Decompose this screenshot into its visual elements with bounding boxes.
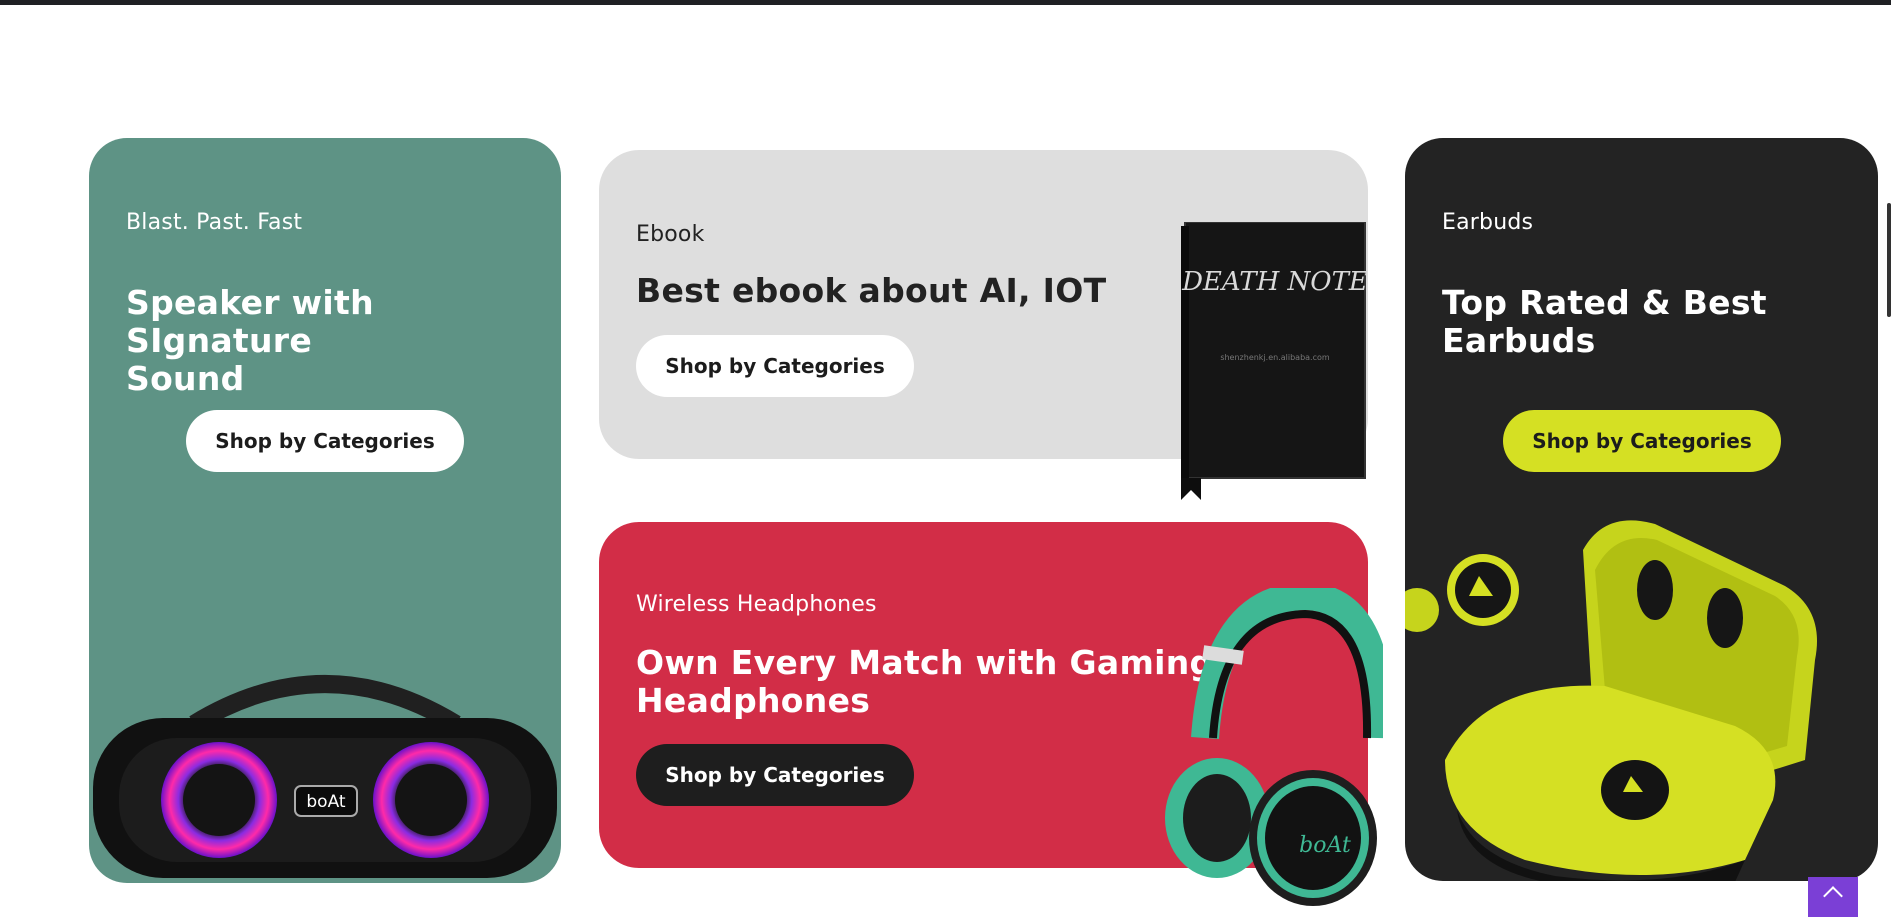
headphones-title-line1: Own Every Match with Gaming xyxy=(636,643,1214,682)
book-cover-title: DEATH NOTE xyxy=(1181,267,1367,297)
earbuds-title-line1: Top Rated & Best xyxy=(1442,283,1767,322)
earbuds-title: Top Rated & Best Earbuds xyxy=(1442,284,1767,360)
headphones-eyebrow: Wireless Headphones xyxy=(636,592,877,617)
speaker-product-image: boAt xyxy=(93,675,557,878)
headphones-shop-button[interactable]: Shop by Categories xyxy=(636,744,914,806)
top-border xyxy=(0,0,1891,5)
speaker-eyebrow: Blast. Past. Fast xyxy=(126,210,303,235)
speaker-title-line1: Speaker with SIgnature xyxy=(126,283,374,360)
speaker-brand-logo: boAt xyxy=(306,792,346,812)
ebook-promo-card: Ebook Best ebook about AI, IOT Shop by C… xyxy=(599,150,1368,500)
earbuds-title-line2: Earbuds xyxy=(1442,321,1596,360)
earbuds-shop-button[interactable]: Shop by Categories xyxy=(1503,410,1781,472)
ebook-title: Best ebook about AI, IOT xyxy=(636,271,1107,310)
earbuds-promo-card: Earbuds Top Rated & Best Earbuds Shop by… xyxy=(1405,138,1878,881)
chevron-up-icon xyxy=(1823,886,1843,906)
scroll-to-top-button[interactable] xyxy=(1808,877,1858,917)
ebook-shop-button[interactable]: Shop by Categories xyxy=(636,335,914,397)
page-scrollbar-thumb[interactable] xyxy=(1887,203,1891,317)
headphones-promo-card: Wireless Headphones Own Every Match with… xyxy=(599,522,1383,906)
earbuds-product-image xyxy=(1405,520,1817,881)
speaker-title-line2: Sound xyxy=(126,359,245,398)
speaker-promo-card: Blast. Past. Fast Speaker with SIgnature… xyxy=(89,138,561,883)
headphones-title-line2: Headphones xyxy=(636,681,871,720)
speaker-shop-button[interactable]: Shop by Categories xyxy=(186,410,464,472)
headphones-product-image: boAt xyxy=(1165,588,1383,906)
ebook-eyebrow: Ebook xyxy=(636,222,705,247)
headphones-brand-logo: boAt xyxy=(1299,833,1351,858)
speaker-title: Speaker with SIgnature Sound xyxy=(126,284,561,398)
ebook-product-image: DEATH NOTE shenzhenkj.en.alibaba.com xyxy=(1181,222,1367,500)
book-cover-caption: shenzhenkj.en.alibaba.com xyxy=(1220,353,1330,362)
headphones-title: Own Every Match with Gaming Headphones xyxy=(636,644,1213,720)
earbuds-eyebrow: Earbuds xyxy=(1442,210,1534,235)
